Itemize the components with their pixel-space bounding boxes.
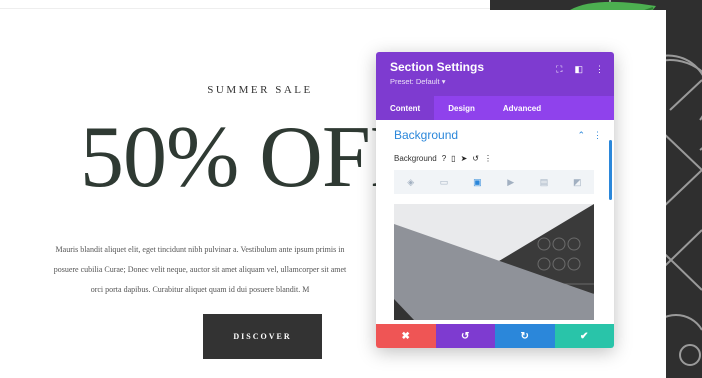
image-icon[interactable]: ▣ (461, 170, 494, 194)
more-vertical-icon[interactable]: ⋮ (593, 130, 602, 141)
section-controls: ⌃ ⋮ (577, 130, 602, 141)
background-label-row: Background ? ▯ ➤ ↺ ⋮ (394, 154, 492, 163)
modal-content: Background ⌃ ⋮ Background ? ▯ ➤ ↺ ⋮ ◈ ▭ … (376, 120, 614, 324)
save-button[interactable]: ✔ (554, 324, 614, 348)
background-label: Background (394, 154, 437, 163)
video-icon[interactable]: ▶ (494, 170, 527, 194)
sidebar-icon[interactable]: ◧ (574, 64, 583, 75)
reset-icon[interactable]: ↺ (472, 154, 479, 163)
phone-icon[interactable]: ▯ (451, 154, 455, 163)
cursor-icon[interactable]: ➤ (461, 154, 468, 163)
header-icons: ⛶ ◧ ⋮ (556, 64, 604, 75)
chevron-up-icon[interactable]: ⌃ (577, 130, 585, 141)
expand-icon[interactable]: ⛶ (556, 64, 562, 75)
body-line: posuere cubilia Curae; Donec velit neque… (53, 265, 347, 274)
section-settings-modal: Section Settings Preset: Default ▾ ⛶ ◧ ⋮… (376, 52, 614, 348)
cancel-button[interactable]: ✖ (376, 324, 436, 348)
section-title[interactable]: Background (394, 128, 458, 142)
help-icon[interactable]: ? (442, 154, 446, 163)
modal-footer: ✖ ↺ ↻ ✔ (376, 324, 614, 348)
body-line: Mauris blandit aliquet elit, eget tincid… (55, 245, 345, 254)
more-vertical-icon[interactable]: ⋮ (484, 154, 492, 163)
tab-design[interactable]: Design (434, 96, 489, 120)
modal-tabs: Content Design Advanced (376, 96, 614, 120)
undo-button[interactable]: ↺ (435, 324, 495, 348)
body-paragraph: Mauris blandit aliquet elit, eget tincid… (0, 240, 400, 300)
eyebrow-text: SUMMER SALE (207, 84, 313, 96)
more-vertical-icon[interactable]: ⋮ (595, 64, 604, 75)
tab-content[interactable]: Content (376, 96, 435, 120)
redo-button[interactable]: ↻ (495, 324, 555, 348)
background-image-preview[interactable] (394, 204, 594, 320)
pattern-icon[interactable]: ▤ (527, 170, 560, 194)
preset-selector[interactable]: Preset: Default ▾ (390, 77, 600, 86)
modal-header: Section Settings Preset: Default ▾ ⛶ ◧ ⋮ (376, 52, 614, 96)
gradient-icon[interactable]: ▭ (427, 170, 460, 194)
discover-button[interactable]: DISCOVER (203, 314, 322, 359)
tab-advanced[interactable]: Advanced (489, 96, 555, 120)
mask-icon[interactable]: ◩ (561, 170, 594, 194)
body-line: orci porta dapibus. Curabitur aliquet qu… (90, 285, 310, 294)
color-fill-icon[interactable]: ◈ (394, 170, 427, 194)
background-type-tabs: ◈ ▭ ▣ ▶ ▤ ◩ (394, 170, 594, 194)
scrollbar[interactable] (609, 140, 612, 200)
